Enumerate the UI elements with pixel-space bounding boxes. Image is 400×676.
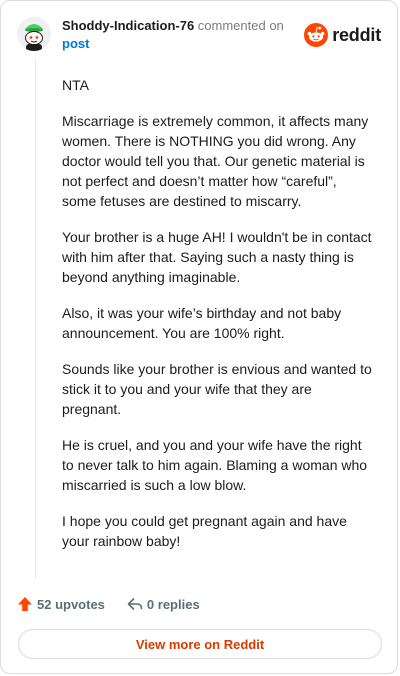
comment-paragraph: I hope you could get pregnant again and …: [62, 513, 347, 549]
comment-paragraph: NTA: [62, 77, 89, 93]
upvote-button[interactable]: 52 upvotes: [17, 596, 105, 612]
comment-paragraph: Sounds like your brother is envious and …: [62, 361, 372, 417]
comment-body: NTA Miscarriage is extremely common, it …: [62, 75, 372, 567]
avatar-snoo-icon: [17, 17, 51, 51]
upvote-arrow-icon: [18, 597, 32, 611]
username-link[interactable]: Shoddy-Indication-76: [62, 18, 194, 33]
commented-on-text: commented on: [197, 18, 284, 33]
comment-paragraph: He is cruel, and you and your wife have …: [62, 437, 368, 493]
upvote-count: 52 upvotes: [37, 596, 105, 612]
thread-line: [35, 59, 36, 579]
comment-paragraph: Your brother is a huge AH! I wouldn't be…: [62, 229, 372, 285]
replies-button[interactable]: 0 replies: [127, 596, 200, 612]
replies-count: 0 replies: [146, 596, 200, 612]
reply-arrow-icon: [127, 598, 143, 610]
reddit-logo[interactable]: reddit: [304, 21, 381, 49]
view-more-on-reddit-button[interactable]: View more on Reddit: [18, 629, 382, 659]
avatar[interactable]: [17, 17, 51, 51]
comment-meta: Shoddy-Indication-76 commented on post: [62, 17, 302, 53]
reddit-logo-icon: [304, 23, 329, 47]
reddit-wordmark: reddit: [332, 24, 381, 45]
comment-paragraph: Miscarriage is extremely common, it affe…: [62, 113, 369, 209]
post-link[interactable]: post: [62, 35, 302, 53]
embedded-comment-card: Shoddy-Indication-76 commented on post r…: [0, 0, 398, 674]
comment-paragraph: Also, it was your wife’s birthday and no…: [62, 305, 342, 341]
comment-header: Shoddy-Indication-76 commented on post r…: [17, 15, 381, 55]
comment-actions: 52 upvotes 0 replies: [17, 593, 200, 615]
